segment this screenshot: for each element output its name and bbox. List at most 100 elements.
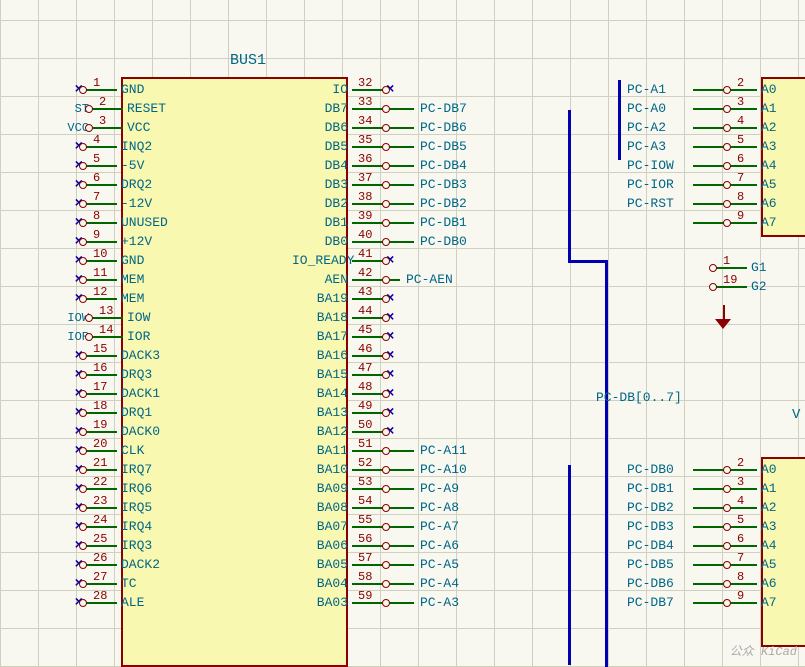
- pin-trail: PC-A10: [414, 462, 467, 477]
- pin-lead: ×: [43, 576, 83, 592]
- net-wire: [386, 583, 414, 585]
- pin-name: UNUSED: [117, 215, 172, 230]
- pin-lead: ×: [43, 557, 83, 573]
- net-wire: [693, 127, 727, 129]
- pin-number: 23: [93, 494, 107, 508]
- pin-name: MEM: [117, 272, 148, 287]
- pin-row-51: BA1151PC-A11: [288, 441, 588, 460]
- pin-line: 58: [352, 583, 386, 585]
- pin-name: -5V: [117, 158, 148, 173]
- net-wire: [693, 526, 727, 528]
- pin-line: 40: [352, 241, 386, 243]
- bus-pc-a-vert: [568, 465, 571, 665]
- pin-name: BA10: [288, 462, 352, 477]
- pin-name: IRQ5: [117, 500, 156, 515]
- pin-line: 4: [727, 507, 757, 509]
- pin-name: IRQ7: [117, 462, 156, 477]
- pin-row-2: ST2RESET: [43, 99, 203, 118]
- pin-number: 15: [93, 342, 107, 356]
- pin-line: 34: [352, 127, 386, 129]
- pin-number: 22: [93, 475, 107, 489]
- pin-row-3: VCC3VCC: [43, 118, 203, 137]
- pin-number: 5: [737, 513, 744, 527]
- pin-name: BA07: [288, 519, 352, 534]
- pin-line: 8: [727, 203, 757, 205]
- pin-name: G2: [747, 279, 771, 294]
- pin-row-20: ×20CLK: [43, 441, 203, 460]
- pin-name: A4: [757, 158, 781, 173]
- bus-pc-db-bend1: [568, 260, 608, 263]
- pin-row-55: BA0755PC-A7: [288, 517, 588, 536]
- pin-name: A1: [757, 101, 781, 116]
- pin-number: 57: [358, 551, 372, 565]
- net-label: PC-DB3: [621, 519, 693, 534]
- pin-trail: PC-A11: [414, 443, 467, 458]
- pin-name: BA08: [288, 500, 352, 515]
- net-wire: [693, 222, 727, 224]
- pin-lead: ×: [43, 272, 83, 288]
- pin-line: 27: [83, 583, 117, 585]
- pin-number: 53: [358, 475, 372, 489]
- pin-row-7: ×7-12V: [43, 194, 203, 213]
- pin-number: 12: [93, 285, 107, 299]
- pin-name: ALE: [117, 595, 148, 610]
- pin-lead: ×: [43, 234, 83, 250]
- pin-name: BA18: [288, 310, 352, 325]
- pin-row-24: ×24IRQ4: [43, 517, 203, 536]
- net-wire: [386, 564, 414, 566]
- pin-number: 51: [358, 437, 372, 451]
- gnd-stub: [723, 305, 725, 319]
- pin-line: 13: [89, 317, 123, 319]
- pin-lead: ×: [43, 481, 83, 497]
- pin-number: 14: [99, 323, 113, 337]
- pin-trail: PC-DB6: [414, 120, 467, 135]
- pin-row-5: ×5-5V: [43, 156, 203, 175]
- pin-name: BA11: [288, 443, 352, 458]
- pin-row-56: BA0656PC-A6: [288, 536, 588, 555]
- u1a-pin-5: PC-A35A3: [621, 137, 805, 156]
- pin-lead: ×: [43, 519, 83, 535]
- pin-line: 9: [83, 241, 117, 243]
- gnd-symbol: [715, 319, 731, 329]
- pin-row-58: BA0458PC-A4: [288, 574, 588, 593]
- pin-line: 41: [352, 260, 386, 262]
- pin-line: 4: [83, 146, 117, 148]
- pin-row-8: ×8UNUSED: [43, 213, 203, 232]
- pin-trail: PC-DB2: [414, 196, 467, 211]
- pin-line: 9: [727, 222, 757, 224]
- pin-row-26: ×26DACK2: [43, 555, 203, 574]
- pin-name: INQ2: [117, 139, 156, 154]
- pin-line: 46: [352, 355, 386, 357]
- pin-line: 5: [83, 165, 117, 167]
- pin-number: 59: [358, 589, 372, 603]
- pin-lead: ×: [43, 158, 83, 174]
- pin-name: BA04: [288, 576, 352, 591]
- pin-name: A7: [757, 215, 781, 230]
- pin-number: 3: [737, 475, 744, 489]
- pin-line: 53: [352, 488, 386, 490]
- pin-lead: IOW: [43, 311, 89, 325]
- pin-line: 3: [89, 127, 123, 129]
- net-wire: [386, 146, 414, 148]
- pin-lead: ×: [43, 443, 83, 459]
- pin-line: 36: [352, 165, 386, 167]
- u1b-pin-3: PC-DB13A1: [621, 479, 805, 498]
- pin-name: BA05: [288, 557, 352, 572]
- pin-lead: ×: [43, 196, 83, 212]
- pin-name: IOW: [123, 310, 154, 325]
- net-label: PC-DB1: [621, 481, 693, 496]
- pin-row-38: DB238PC-DB2: [288, 194, 588, 213]
- pin-line: 7: [727, 184, 757, 186]
- pin-line: 11: [83, 279, 117, 281]
- net-wire: [386, 526, 414, 528]
- u1b-pin-8: PC-DB68A6: [621, 574, 805, 593]
- pin-row-54: BA0854PC-A8: [288, 498, 588, 517]
- pin-number: 28: [93, 589, 107, 603]
- pin-line: 43: [352, 298, 386, 300]
- pin-row-43: BA1943×: [288, 289, 588, 308]
- u1b-pin-5: PC-DB35A3: [621, 517, 805, 536]
- pin-number: 2: [737, 456, 744, 470]
- u1a-pin-8: PC-RST8A6: [621, 194, 805, 213]
- pin-number: 9: [93, 228, 100, 242]
- net-wire: [693, 89, 727, 91]
